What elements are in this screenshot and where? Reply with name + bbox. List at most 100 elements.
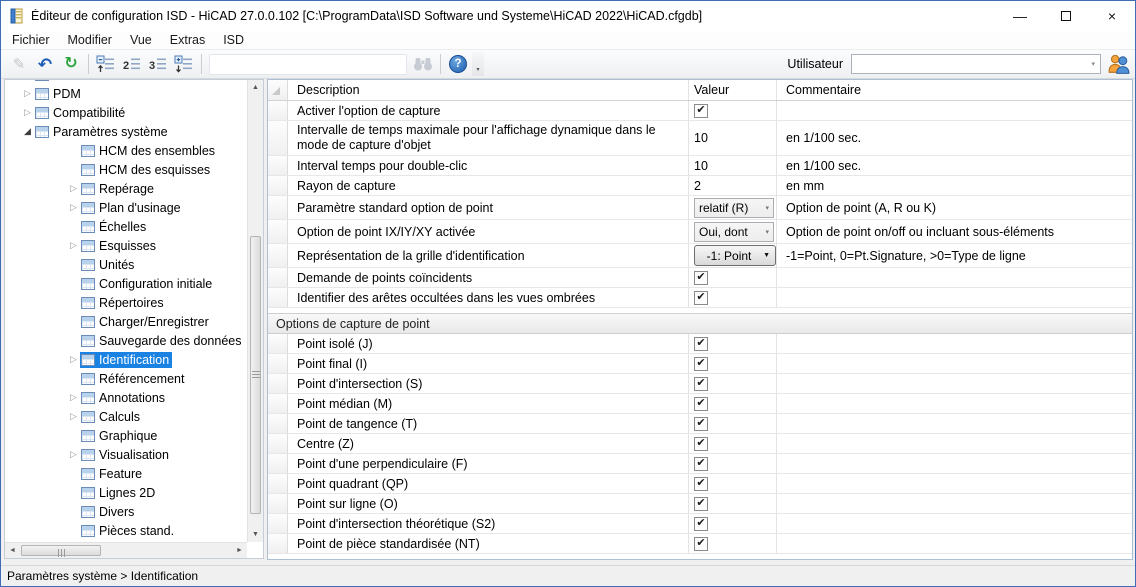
- chevron-right-icon[interactable]: ▷: [67, 240, 80, 251]
- scrollbar-thumb[interactable]: [21, 545, 101, 556]
- toolbar-overflow-button[interactable]: ▾: [472, 52, 484, 76]
- tree-item-unites[interactable]: Unités: [5, 255, 247, 274]
- collapse-all-button[interactable]: [94, 52, 118, 76]
- chevron-expanded-icon[interactable]: ◢: [21, 126, 34, 137]
- tree-item-calculs[interactable]: ▷Calculs: [5, 407, 247, 426]
- maximize-button[interactable]: [1043, 1, 1089, 31]
- menu-extras[interactable]: Extras: [161, 31, 214, 49]
- tree-item-esquisses[interactable]: ▷Esquisses: [5, 236, 247, 255]
- checkbox-checked[interactable]: ✔: [694, 517, 708, 531]
- row-header[interactable]: [268, 474, 288, 493]
- row-header[interactable]: [268, 121, 288, 155]
- tree-item-annotations[interactable]: ▷Annotations: [5, 388, 247, 407]
- edit-button[interactable]: ✎: [7, 52, 31, 76]
- row-header[interactable]: [268, 156, 288, 175]
- expand-all-button[interactable]: [172, 52, 196, 76]
- row-header[interactable]: [268, 374, 288, 393]
- checkbox-checked[interactable]: ✔: [694, 417, 708, 431]
- chevron-right-icon[interactable]: ▷: [67, 449, 80, 460]
- row-header[interactable]: [268, 394, 288, 413]
- row-header[interactable]: [268, 534, 288, 553]
- scroll-up-icon[interactable]: ▲: [248, 80, 263, 95]
- tree-item-configuration-initiale[interactable]: Configuration initiale: [5, 274, 247, 293]
- scrollbar-thumb[interactable]: [250, 236, 261, 514]
- column-header-description[interactable]: Description: [288, 80, 689, 100]
- checkbox-checked[interactable]: ✔: [694, 377, 708, 391]
- tree-item-hcm-des-esquisses[interactable]: HCM des esquisses: [5, 160, 247, 179]
- row-header[interactable]: [268, 176, 288, 195]
- tree-item-plan-d-usinage[interactable]: ▷Plan d'usinage: [5, 198, 247, 217]
- minimize-button[interactable]: —: [997, 1, 1043, 31]
- help-button[interactable]: ?: [446, 52, 470, 76]
- close-button[interactable]: ×: [1089, 1, 1135, 31]
- column-header-valeur[interactable]: Valeur: [689, 80, 777, 100]
- tree-item-identification[interactable]: ▷Identification: [5, 350, 247, 369]
- chevron-right-icon[interactable]: ▷: [21, 88, 34, 99]
- setting-value[interactable]: 10: [689, 121, 777, 155]
- tree-item-repertoires[interactable]: Répertoires: [5, 293, 247, 312]
- tree-item-visualisation[interactable]: ▷Visualisation: [5, 445, 247, 464]
- tree-item-charger-enregistrer[interactable]: Charger/Enregistrer: [5, 312, 247, 331]
- row-header[interactable]: [268, 220, 288, 243]
- checkbox-checked[interactable]: ✔: [694, 291, 708, 305]
- value-combobox[interactable]: Oui, dont ▾: [694, 222, 774, 242]
- chevron-right-icon[interactable]: ▷: [67, 354, 80, 365]
- tree-item-feature[interactable]: Feature: [5, 464, 247, 483]
- chevron-right-icon[interactable]: ▷: [21, 107, 34, 118]
- expand-level-2-button[interactable]: 2: [120, 52, 144, 76]
- menu-modifier[interactable]: Modifier: [59, 31, 121, 49]
- row-header[interactable]: [268, 196, 288, 219]
- tree-item-divers[interactable]: Divers: [5, 502, 247, 521]
- tree-item-compatibilite[interactable]: ▷Compatibilité: [5, 103, 247, 122]
- checkbox-checked[interactable]: ✔: [694, 437, 708, 451]
- tree-item-parametres-systeme[interactable]: ◢Paramètres système: [5, 122, 247, 141]
- checkbox-checked[interactable]: ✔: [694, 397, 708, 411]
- value-dropdown-button[interactable]: -1: Point ▼: [694, 245, 776, 266]
- undo-button[interactable]: ↶: [33, 52, 57, 76]
- tree-item-referencement[interactable]: Référencement: [5, 369, 247, 388]
- setting-value[interactable]: 2: [689, 176, 777, 195]
- select-all-corner[interactable]: [268, 80, 288, 100]
- checkbox-checked[interactable]: ✔: [694, 477, 708, 491]
- refresh-button[interactable]: ↻: [59, 52, 83, 76]
- chevron-right-icon[interactable]: ▷: [67, 411, 80, 422]
- checkbox-checked[interactable]: ✔: [694, 337, 708, 351]
- checkbox-checked[interactable]: ✔: [694, 271, 708, 285]
- row-header[interactable]: [268, 288, 288, 307]
- row-header[interactable]: [268, 244, 288, 267]
- checkbox-checked[interactable]: ✔: [694, 357, 708, 371]
- row-header[interactable]: [268, 494, 288, 513]
- tree-item-sauvegarde-des-donnees[interactable]: Sauvegarde des données: [5, 331, 247, 350]
- setting-value[interactable]: 10: [689, 156, 777, 175]
- tree-item-reperage[interactable]: ▷Repérage: [5, 179, 247, 198]
- row-header[interactable]: [268, 454, 288, 473]
- chevron-right-icon[interactable]: ▷: [67, 202, 80, 213]
- tree-item-hcm-des-ensembles[interactable]: HCM des ensembles: [5, 141, 247, 160]
- chevron-right-icon[interactable]: ▷: [67, 392, 80, 403]
- checkbox-checked[interactable]: ✔: [694, 104, 708, 118]
- row-header[interactable]: [268, 268, 288, 287]
- scroll-left-icon[interactable]: ◄: [5, 543, 20, 558]
- tree-item-pdm[interactable]: ▷PDM: [5, 84, 247, 103]
- tree-horizontal-scrollbar[interactable]: ◄ ►: [5, 542, 247, 558]
- tree-item-pieces-stand[interactable]: Pièces stand.: [5, 521, 247, 540]
- menu-fichier[interactable]: Fichier: [3, 31, 59, 49]
- checkbox-checked[interactable]: ✔: [694, 497, 708, 511]
- tree-vertical-scrollbar[interactable]: ▲ ▼: [247, 80, 263, 542]
- menu-vue[interactable]: Vue: [121, 31, 161, 49]
- user-combobox[interactable]: ▾: [851, 54, 1101, 74]
- user-manager-button[interactable]: [1107, 53, 1131, 75]
- value-combobox[interactable]: relatif (R) ▾: [694, 198, 774, 218]
- row-header[interactable]: [268, 414, 288, 433]
- row-header[interactable]: [268, 434, 288, 453]
- tree-item-echelles[interactable]: Échelles: [5, 217, 247, 236]
- scroll-right-icon[interactable]: ►: [232, 543, 247, 558]
- row-header[interactable]: [268, 354, 288, 373]
- tree-item-lignes-2d[interactable]: Lignes 2D: [5, 483, 247, 502]
- row-header[interactable]: [268, 101, 288, 120]
- expand-level-3-button[interactable]: 3: [146, 52, 170, 76]
- row-header[interactable]: [268, 514, 288, 533]
- checkbox-checked[interactable]: ✔: [694, 537, 708, 551]
- menu-isd[interactable]: ISD: [214, 31, 253, 49]
- chevron-right-icon[interactable]: ▷: [67, 183, 80, 194]
